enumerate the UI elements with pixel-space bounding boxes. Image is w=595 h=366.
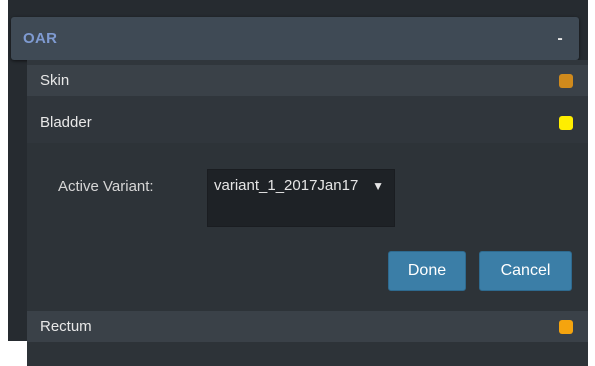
- chevron-down-icon: ▼: [372, 179, 384, 193]
- structure-row-rectum[interactable]: Rectum: [27, 311, 588, 342]
- structure-row-bladder[interactable]: Bladder: [27, 107, 588, 138]
- structure-label: Rectum: [40, 318, 92, 335]
- oar-section-title: OAR: [23, 30, 58, 47]
- color-swatch[interactable]: [559, 319, 573, 334]
- active-variant-select[interactable]: variant_1_2017Jan17 ▼: [207, 169, 395, 227]
- active-variant-value: variant_1_2017Jan17: [214, 177, 359, 194]
- color-swatch[interactable]: [559, 115, 573, 130]
- structure-row-skin[interactable]: Skin: [27, 65, 588, 96]
- cancel-button[interactable]: Cancel: [479, 251, 572, 291]
- done-button[interactable]: Done: [388, 251, 466, 291]
- active-variant-label: Active Variant:: [58, 178, 154, 195]
- structure-label: Skin: [40, 72, 70, 89]
- structure-list: Skin Bladder Active Variant: variant_1_2…: [27, 60, 588, 366]
- collapse-button[interactable]: -: [553, 30, 567, 48]
- structure-label: Bladder: [40, 114, 92, 131]
- oar-section-header[interactable]: OAR -: [11, 17, 579, 60]
- color-swatch[interactable]: [559, 73, 573, 88]
